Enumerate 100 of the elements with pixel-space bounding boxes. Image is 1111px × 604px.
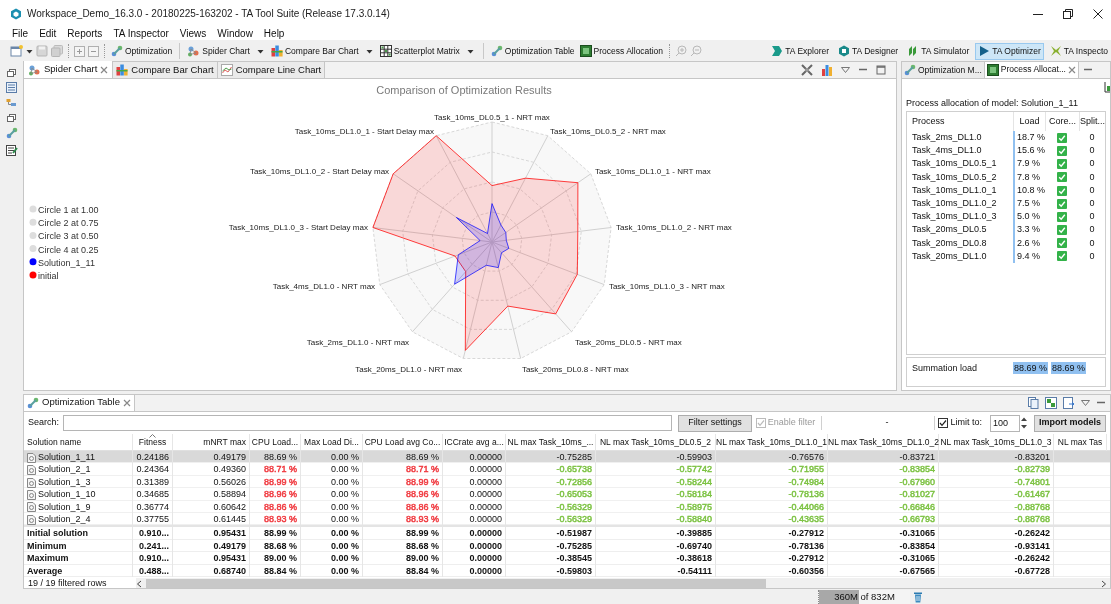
table-cell: 0.00 % bbox=[330, 452, 359, 462]
table-cell: Initial solution bbox=[24, 527, 133, 540]
table-cell: 88.96 % bbox=[405, 489, 439, 500]
perspective-button[interactable]: TA Simulator bbox=[904, 42, 973, 60]
table-cell: -0.26242 bbox=[939, 527, 1054, 540]
column-header[interactable]: Load bbox=[1013, 112, 1045, 131]
table-cell: 0.00 % bbox=[330, 513, 359, 524]
table-cell: -0.58184 bbox=[676, 489, 712, 500]
table-cell: 88.99 % bbox=[263, 476, 297, 487]
table-cell: -0.51987 bbox=[506, 527, 596, 540]
memory-text: 360M of 832M bbox=[834, 589, 895, 604]
axis-label: Task_20ms_DL0.5 - NRT max bbox=[574, 337, 682, 347]
table-cell: -0.74801 bbox=[1014, 476, 1050, 487]
table-cell: -0.38618 bbox=[596, 552, 716, 565]
menu-item[interactable]: Views bbox=[179, 27, 207, 40]
table-cell: -0.74984 bbox=[788, 476, 824, 487]
table-cell: 0.00 % bbox=[301, 564, 363, 577]
row-count-text: 19 / 19 filtered rows bbox=[27, 577, 108, 588]
table-cell: 0.95431 bbox=[173, 552, 250, 565]
table-cell-text: Task_10ms_DL0.5_2 bbox=[911, 170, 998, 184]
table-cell-text: Solution_1_3 bbox=[38, 475, 91, 489]
axis-label: Task_10ms_DL1.0_2 - Start Delay max bbox=[249, 167, 390, 176]
table-cell-text: Task_4ms_DL1.0 bbox=[911, 144, 983, 158]
table-cell: 0.00 % bbox=[301, 527, 363, 540]
column-header[interactable]: Core... bbox=[1045, 112, 1079, 131]
table-cell: -0.78136 bbox=[788, 489, 824, 500]
panel-tab[interactable]: Process Allocat... bbox=[984, 62, 1079, 78]
table-cell-text: 7.5 % bbox=[1017, 196, 1040, 210]
table-cell: -0.54111 bbox=[596, 564, 716, 577]
toolbar-button[interactable]: Optimization bbox=[110, 42, 174, 60]
axis-label: Task_10ms_DL1.0_3 - Start Delay max bbox=[228, 222, 368, 232]
menu-item[interactable]: TA Inspector bbox=[113, 27, 169, 40]
table-cell-text: Solution_1_11 bbox=[38, 451, 95, 464]
toolbar-button[interactable]: Spider Chart bbox=[186, 42, 251, 60]
table-cell: -0.60356 bbox=[716, 564, 828, 577]
table-cell-text: 18.7 % bbox=[1017, 131, 1046, 144]
table-cell: -0.83854 bbox=[899, 464, 935, 475]
toolbar-button[interactable]: Optimization Table bbox=[489, 42, 576, 60]
table-cell-text: Task_10ms_DL0.5_1 bbox=[911, 157, 998, 171]
table-cell: 0.34685 bbox=[136, 489, 169, 500]
table-cell: 0.31389 bbox=[136, 476, 169, 487]
limit-checkbox[interactable]: Limit to: bbox=[938, 416, 982, 430]
table-cell-text: 0 bbox=[1088, 210, 1096, 224]
limit-field[interactable]: 100 bbox=[990, 414, 1020, 432]
table-cell: Solution_1_10 bbox=[38, 488, 96, 502]
toolbar-button[interactable]: Compare Bar Chart bbox=[269, 42, 360, 60]
editor-tab[interactable]: Compare Bar Chart bbox=[113, 62, 218, 78]
perspective-button[interactable]: TA Optimizer bbox=[975, 42, 1044, 60]
menu-item[interactable]: Reports bbox=[67, 27, 103, 40]
legend-label: Solution_1_11 bbox=[38, 257, 95, 268]
table-cell: -0.38545 bbox=[506, 552, 596, 565]
table-cell-text: 0 bbox=[1088, 196, 1096, 210]
table-cell-text: Task_2ms_DL1.0 bbox=[911, 131, 983, 144]
table-cell: 88.69 % bbox=[405, 452, 439, 462]
toolbar-button[interactable]: Scatterplot Matrix bbox=[378, 42, 461, 60]
perspective-button[interactable]: TA Inspecto bbox=[1046, 42, 1111, 60]
table-cell: 0.00000 bbox=[443, 539, 506, 553]
table-cell-text: 10.8 % bbox=[1017, 183, 1046, 197]
filter-settings-button[interactable]: Filter settings bbox=[678, 414, 752, 432]
table-cell: -0.75285 bbox=[506, 539, 596, 553]
table-cell: 0.95431 bbox=[173, 527, 250, 540]
table-row[interactable]: Solution_2_1 0.24364 0.49360 88.71 % 0.00 % 88.71 % 0.00000 -0.65738 -0.57742 -0.71955 -0.83854 -0.82739 bbox=[24, 463, 1110, 476]
table-cell: 0.910... bbox=[133, 552, 173, 565]
panel-tab[interactable]: Optimization Table bbox=[24, 395, 135, 411]
perspective-button[interactable]: TA Explorer bbox=[768, 42, 833, 60]
axis-label: Task_10ms_DL1.0_3 - NRT max bbox=[608, 282, 725, 292]
menu-item[interactable]: File bbox=[12, 27, 29, 40]
menu-item[interactable]: Window bbox=[217, 27, 253, 40]
table-cell: 88.68 % bbox=[363, 539, 443, 553]
import-models-button[interactable]: Import models bbox=[1034, 414, 1106, 432]
legend-label: Circle 2 at 0.75 bbox=[38, 218, 99, 229]
table-cell: -0.93141 bbox=[939, 539, 1054, 553]
editor-tab[interactable]: Compare Line Chart bbox=[217, 62, 326, 78]
table-cell: 3.3 % bbox=[1017, 223, 1040, 237]
panel-tab[interactable]: Optimization M... bbox=[902, 62, 985, 78]
table-cell: -0.78136 bbox=[716, 539, 828, 553]
table-cell: 89.00 % bbox=[250, 552, 301, 565]
column-header[interactable]: Split... bbox=[1079, 112, 1105, 131]
heap-status[interactable]: 360M of 832M bbox=[818, 590, 910, 604]
table-cell-text: 0 bbox=[1088, 131, 1096, 144]
perspective-button[interactable]: TA Designer bbox=[835, 42, 902, 60]
axis-label: Task_10ms_DL1.0_1 - Start Delay max bbox=[294, 127, 434, 137]
legend-label: initial bbox=[38, 271, 59, 281]
editor-tab[interactable]: Spider Chart bbox=[24, 61, 114, 78]
summary-label: Summation load bbox=[911, 362, 979, 375]
column-header[interactable]: Process bbox=[907, 112, 1013, 131]
table-cell: -0.31065 bbox=[828, 552, 939, 565]
menu-item[interactable]: Edit bbox=[39, 27, 57, 40]
table-cell: -0.69740 bbox=[596, 539, 716, 553]
menu-item[interactable]: Help bbox=[263, 27, 285, 40]
table-cell: -0.72856 bbox=[556, 476, 592, 487]
table-row[interactable]: Solution_1_10 0.34685 0.58894 88.96 % 0.00 % 88.96 % 0.00000 -0.65053 -0.58184 -0.78136 -0.81027 -0.61467 bbox=[24, 488, 1110, 501]
summary-value: 88.69 % bbox=[1013, 362, 1049, 374]
search-label: Search: bbox=[28, 416, 60, 430]
table-row[interactable]: Solution_1_11 0.24186 0.49179 88.69 % 0.00 % 88.69 % 0.00000 -0.75285 -0.59903 -0.76576 -0.83721 -0.83201 bbox=[24, 451, 1110, 464]
toolbar-button[interactable]: Process Allocation bbox=[578, 42, 665, 60]
table-cell-text: 0 bbox=[1088, 249, 1096, 263]
table-cell: 0.49179 bbox=[173, 539, 250, 553]
table-cell: -0.82739 bbox=[1014, 464, 1050, 475]
table-cell: Average bbox=[24, 564, 133, 577]
